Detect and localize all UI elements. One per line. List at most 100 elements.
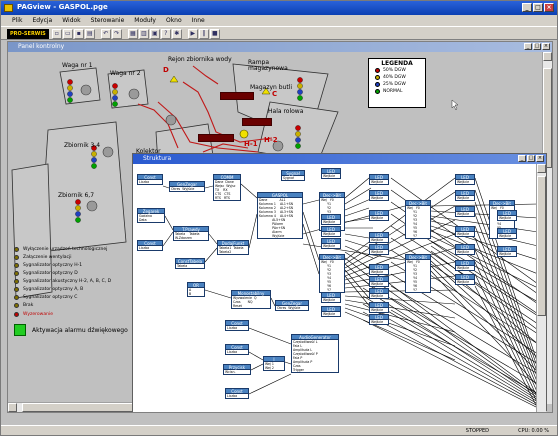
redo-icon[interactable]: ↷	[111, 29, 122, 39]
menu-sterowanie[interactable]: Sterowanie	[86, 15, 130, 26]
led-block[interactable]: LED Wejście	[321, 238, 341, 249]
menu-okno[interactable]: Okno	[161, 15, 187, 26]
monostable-block[interactable]: Monostabilny Wyzwolenie Q Czas NQ Reset	[231, 290, 271, 309]
const-block[interactable]: Const Liczba	[225, 388, 249, 399]
led-block[interactable]: LED Wejście	[455, 244, 475, 255]
structure-minimize-button[interactable]: _	[518, 155, 526, 162]
wire	[430, 235, 538, 289]
pause-icon[interactable]: ‖	[198, 29, 209, 39]
led-block[interactable]: LED Wejście	[369, 314, 389, 325]
structure-maximize-button[interactable]: □	[527, 155, 535, 162]
led-block[interactable]: LED Wejście	[369, 210, 389, 221]
panel-icon[interactable]: ▣	[149, 29, 160, 39]
block-body: Tabela1 Tabela Tabela2	[219, 246, 244, 254]
menu-inne[interactable]: Inne	[187, 15, 210, 26]
comm-block[interactable]: COMM Dane Dane Wejsc Wyjsc TX RX CTS CTS …	[213, 174, 241, 201]
alarm-reset[interactable]: Wyzerowanie	[14, 312, 53, 317]
led-block[interactable]: LED Wejście	[369, 174, 389, 185]
sound-alarm-button[interactable]	[14, 324, 26, 336]
dec-to-bit-block[interactable]: Dec->BitWej Y0 Y1 Y2 Y3 Y4 Y5 Y6 Y7	[405, 200, 431, 239]
close-button[interactable]: ×	[544, 3, 554, 12]
dec-to-bit-block[interactable]: Dec->BitWej Y0 Y1 Y2 Y3 Y4 Y5 Y6 Y7	[319, 254, 345, 293]
open-folder-icon[interactable]: ▭	[62, 29, 73, 39]
menu-plik[interactable]: Plik	[7, 15, 27, 26]
dec-to-bit-block[interactable]: Dec->BitWej Y0 Y1 Y2 Y3 Y4 Y5 Y6 Y7	[405, 254, 431, 293]
undo-icon[interactable]: ↶	[100, 29, 111, 39]
consttabela-block[interactable]: ConstTabela Tabela	[175, 258, 205, 269]
led-block[interactable]: LED Wejście	[321, 168, 341, 179]
led-block[interactable]: LED Wejście	[497, 246, 517, 257]
led-block[interactable]: LED Wejście	[369, 302, 389, 313]
new-file-icon[interactable]: ▫	[51, 29, 62, 39]
child-close-button[interactable]: ×	[542, 43, 550, 50]
led-block[interactable]: LED Wejście	[369, 264, 389, 275]
led-block[interactable]: LED Wejście	[455, 226, 475, 237]
wire	[362, 303, 538, 405]
menu-moduly[interactable]: Moduły	[129, 15, 161, 26]
grid-icon[interactable]: ▥	[138, 29, 149, 39]
led-block[interactable]: LED Wejście	[321, 226, 341, 237]
gaspol-block[interactable]: GASPOL Dane AL1 Kolumna 1 AL1+SN Kolumna …	[257, 192, 303, 239]
block-body: Sygnał	[283, 176, 294, 180]
child-minimize-button[interactable]: _	[524, 43, 532, 50]
wire	[204, 185, 214, 189]
led-block[interactable]: LED Wejście	[369, 190, 389, 201]
structure-close-button[interactable]: ×	[536, 155, 544, 162]
menu-widok[interactable]: Widok	[57, 15, 85, 26]
menu-bar: Plik Edycja Widok Sterowanie Moduły Okno…	[1, 15, 557, 26]
led-block[interactable]: LED Wejście	[455, 260, 475, 271]
wire	[362, 263, 538, 395]
wire	[344, 177, 456, 261]
print-icon[interactable]: ▤	[84, 29, 95, 39]
block-body: Wejście	[323, 312, 336, 316]
settings-icon[interactable]: ✱	[171, 29, 182, 39]
audio-generator-block[interactable]: AudioGenerator Częstotliwość L Fala L Amp…	[291, 334, 339, 373]
led-block[interactable]: LED Wejście	[369, 288, 389, 299]
minimize-button[interactable]: _	[522, 3, 532, 12]
const-block[interactable]: Const Liczba	[137, 174, 163, 185]
genzegar-block[interactable]: GenZegar Okres Wyjście	[275, 300, 309, 311]
child-maximize-button[interactable]: □	[533, 43, 541, 50]
led-block[interactable]: LED Wejście	[369, 276, 389, 287]
led-block[interactable]: LED Wejście	[455, 206, 475, 217]
module-icon[interactable]: ▦	[127, 29, 138, 39]
const-block[interactable]: Const Liczba	[225, 320, 249, 331]
run-icon[interactable]: ▶	[187, 29, 198, 39]
led-block[interactable]: LED Wejście	[321, 306, 341, 317]
save-icon[interactable]: ▪	[73, 29, 84, 39]
label-waga1: Waga nr 1	[62, 62, 93, 69]
zegarek-block[interactable]: Zegarek Godzina Data	[137, 208, 165, 223]
wire	[474, 261, 538, 400]
structure-vertical-scrollbar[interactable]	[536, 164, 546, 412]
przycisk-block[interactable]: Przycisk Wcisn.	[223, 364, 251, 375]
label-rejon: Rejon zbiornika wody	[168, 56, 232, 63]
led-block[interactable]: LED Wejście	[321, 214, 341, 225]
led-block[interactable]: LED Wejście	[455, 190, 475, 201]
led-block[interactable]: LED Wejście	[455, 274, 475, 285]
or-block[interactable]: OR A B	[187, 282, 205, 297]
menu-edycja[interactable]: Edycja	[27, 15, 57, 26]
genzegar-block[interactable]: GenZegar Okres Wyjście	[169, 181, 205, 192]
const-block[interactable]: Const Liczba	[225, 344, 249, 355]
wire	[162, 231, 174, 247]
cpu-usage: CPU: 0.00 %	[518, 428, 549, 434]
block-body: Wejście	[457, 250, 470, 254]
truth-table-block[interactable]: T.Prawdy Tabela Tabela W.Zdarzen	[173, 226, 209, 241]
led-block[interactable]: LED Wejście	[497, 210, 517, 221]
block-body: Wej Y0 Y1 Y2 Y3 Y4 Y5 Y6 Y7	[407, 206, 420, 238]
led-block[interactable]: LED Wejście	[369, 244, 389, 255]
led-block[interactable]: LED Wejście	[369, 232, 389, 243]
stop-icon[interactable]: ■	[209, 29, 220, 39]
dodajfunkt-block[interactable]: DodajFunkt Tabela1 Tabela Tabela2	[217, 240, 249, 255]
block-body: Wejście	[457, 266, 470, 270]
led-block[interactable]: LED Wejście	[497, 228, 517, 239]
and-block[interactable]: I Wej 1 Wej 2	[263, 356, 285, 371]
legend-item: 25% DGW	[369, 81, 425, 88]
label-c: C	[272, 90, 278, 98]
led-block[interactable]: LED Wejście	[455, 174, 475, 185]
const-block[interactable]: Const Liczba	[137, 240, 163, 251]
help-icon[interactable]: ?	[160, 29, 171, 39]
sygnal-block[interactable]: Sygnał Sygnał	[281, 170, 305, 181]
maximize-button[interactable]: □	[533, 3, 543, 12]
led-block[interactable]: LED Wejście	[321, 292, 341, 303]
